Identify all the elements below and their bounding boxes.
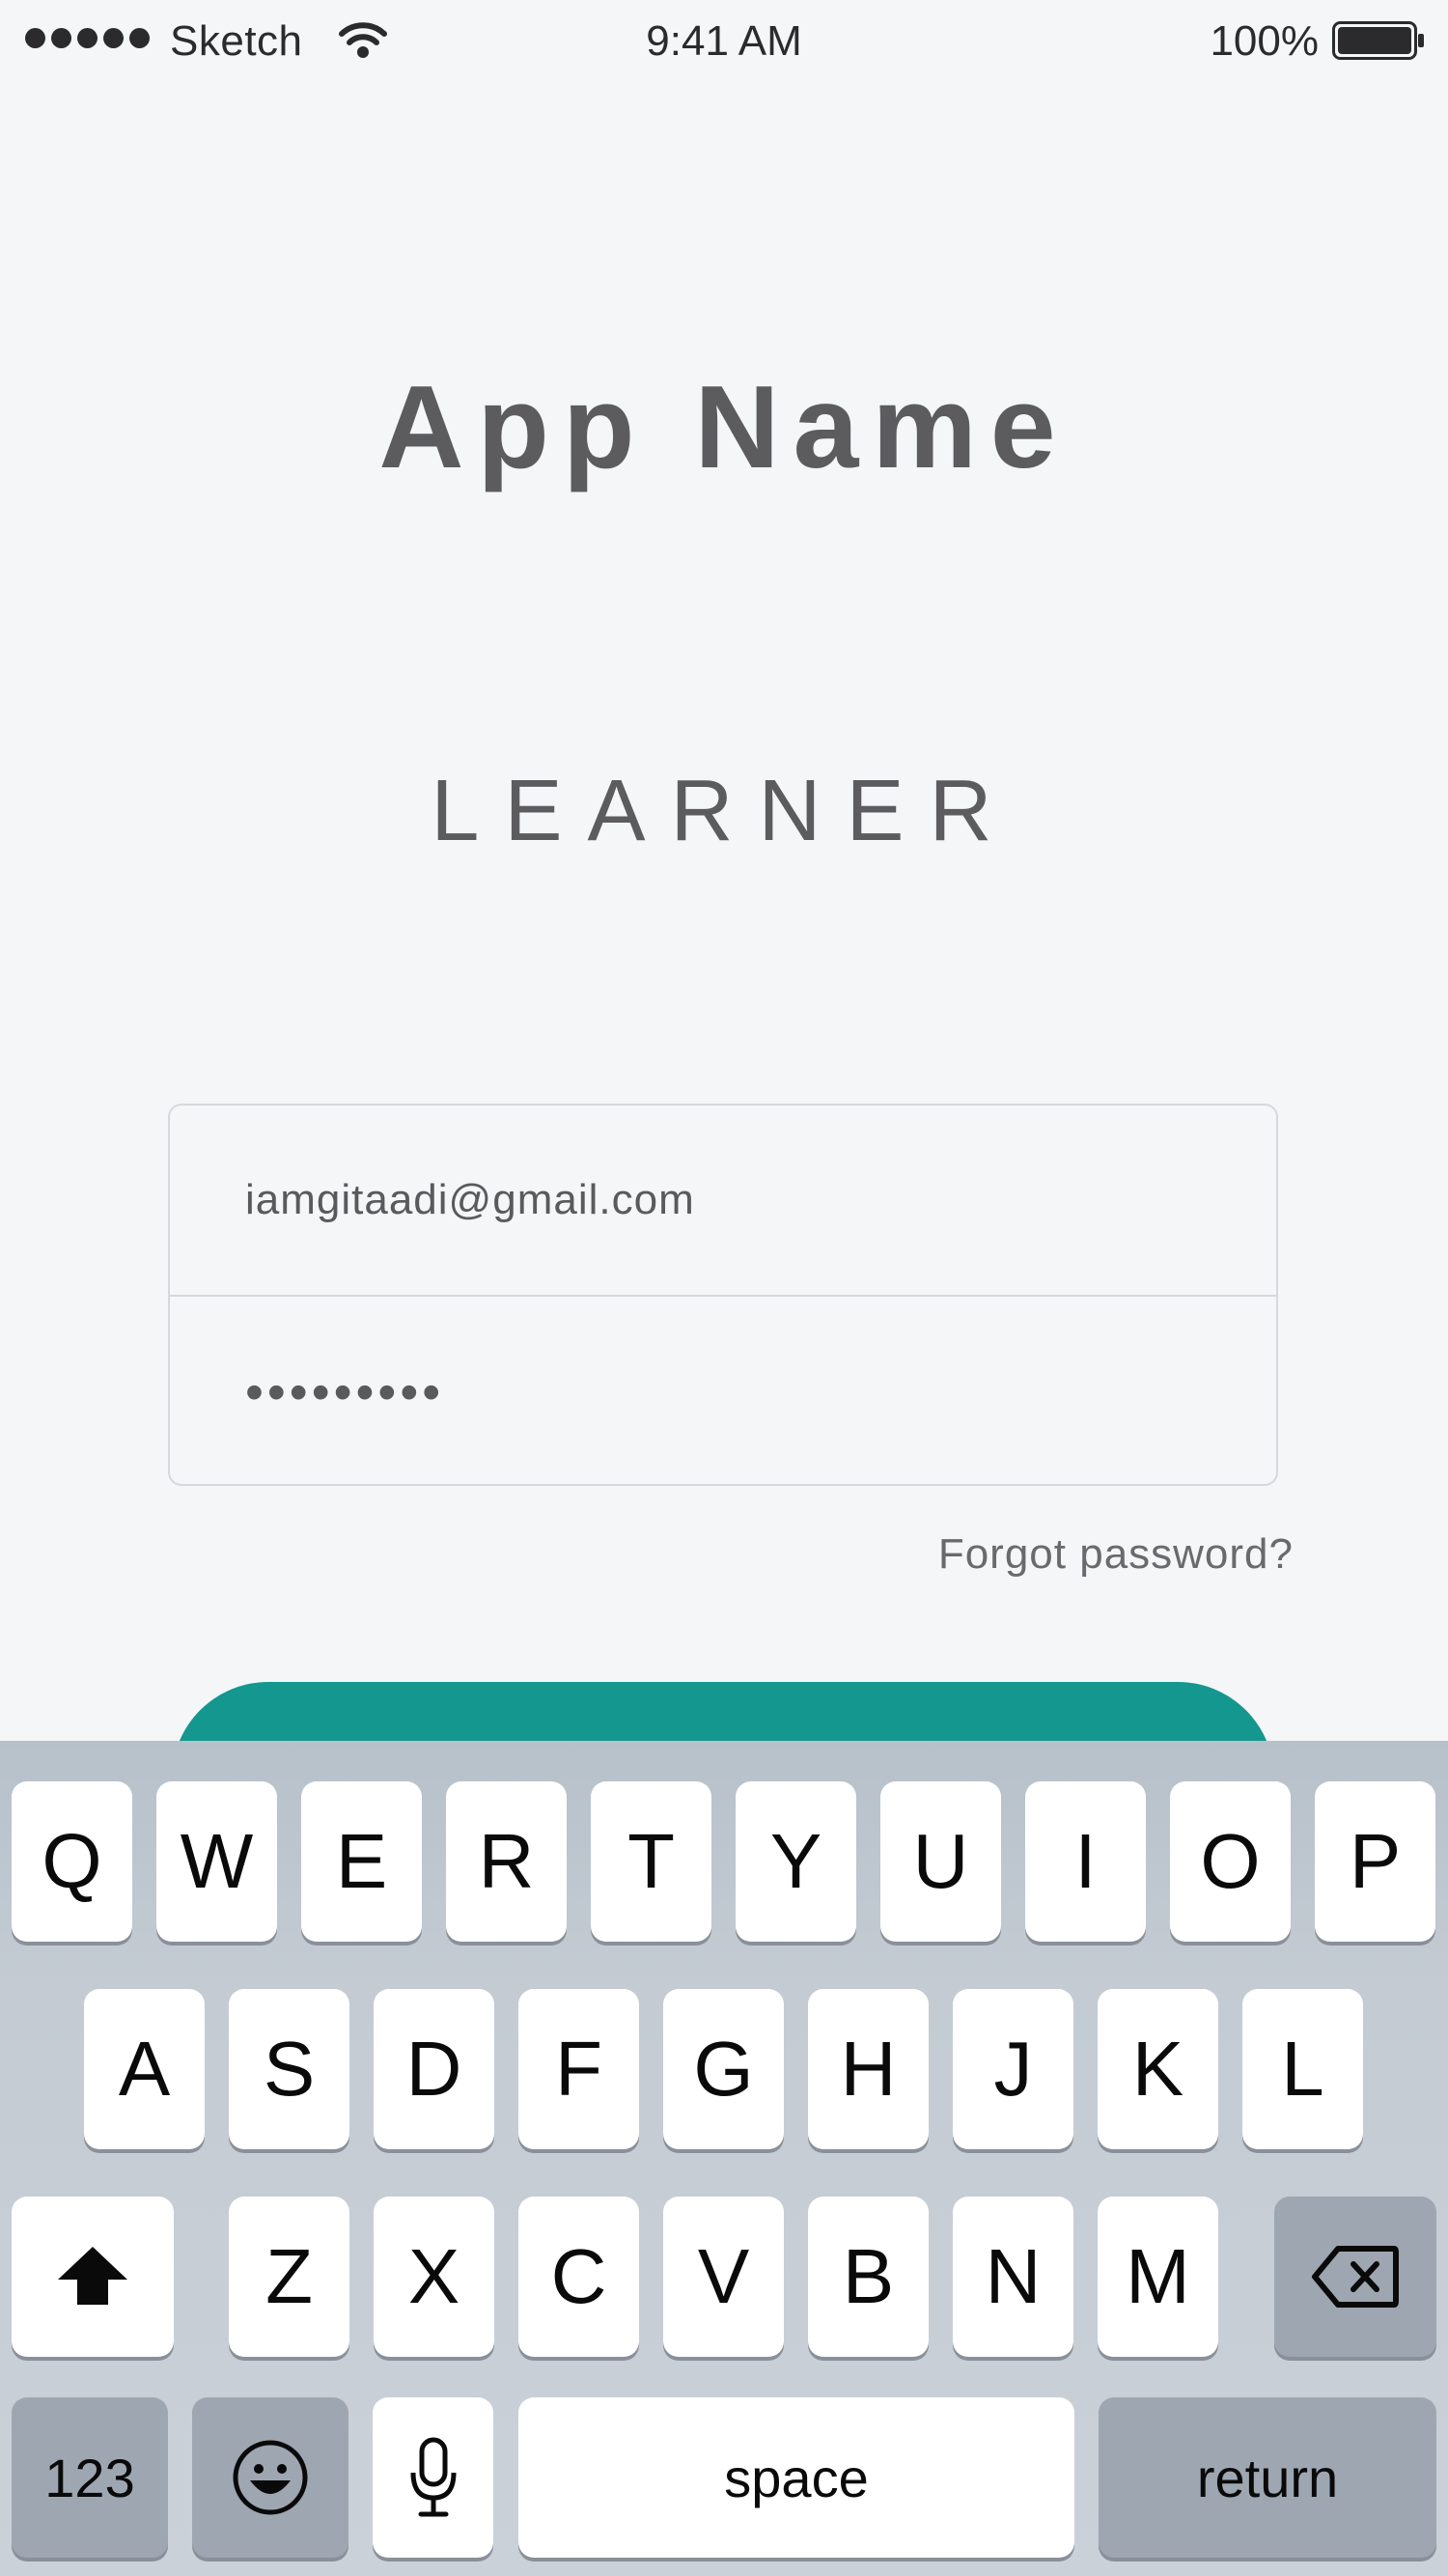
- key-f[interactable]: F: [518, 1989, 639, 2149]
- numbers-key[interactable]: 123: [12, 2397, 168, 2558]
- key-n[interactable]: N: [953, 2197, 1073, 2357]
- key-a[interactable]: A: [84, 1989, 205, 2149]
- shift-icon: [58, 2247, 127, 2305]
- emoji-key[interactable]: [192, 2397, 348, 2558]
- key-b[interactable]: B: [808, 2197, 929, 2357]
- key-t[interactable]: T: [591, 1781, 711, 1942]
- key-m[interactable]: M: [1098, 2197, 1218, 2357]
- login-form: [168, 1104, 1278, 1486]
- key-g[interactable]: G: [663, 1989, 784, 2149]
- key-d[interactable]: D: [374, 1989, 494, 2149]
- status-bar: Sketch 9:41 AM 100%: [0, 0, 1448, 83]
- key-e[interactable]: E: [301, 1781, 422, 1942]
- key-h[interactable]: H: [808, 1989, 929, 2149]
- email-field[interactable]: [243, 1175, 1212, 1225]
- on-screen-keyboard: Q W E R T Y U I O P A S D F G H J K L Z …: [0, 1741, 1448, 2576]
- key-i[interactable]: I: [1025, 1781, 1146, 1942]
- key-j[interactable]: J: [953, 1989, 1073, 2149]
- microphone-icon: [410, 2437, 456, 2517]
- login-screen: Sketch 9:41 AM 100% App Name LEARNER For…: [0, 0, 1448, 2576]
- key-u[interactable]: U: [880, 1781, 1001, 1942]
- key-s[interactable]: S: [229, 1989, 349, 2149]
- dictation-key[interactable]: [373, 2397, 493, 2558]
- key-w[interactable]: W: [156, 1781, 277, 1942]
- key-l[interactable]: L: [1242, 1989, 1363, 2149]
- key-v[interactable]: V: [663, 2197, 784, 2357]
- password-field[interactable]: [243, 1361, 1212, 1423]
- shift-key[interactable]: [12, 2197, 174, 2357]
- app-name-title: App Name: [378, 361, 1070, 492]
- key-z[interactable]: Z: [229, 2197, 349, 2357]
- delete-key[interactable]: [1274, 2197, 1436, 2357]
- forgot-password-link[interactable]: Forgot password?: [938, 1530, 1294, 1579]
- key-q[interactable]: Q: [12, 1781, 132, 1942]
- password-field-container: [170, 1297, 1276, 1488]
- key-r[interactable]: R: [446, 1781, 567, 1942]
- email-field-container: [170, 1106, 1276, 1297]
- role-label: LEARNER: [431, 763, 1017, 859]
- emoji-icon: [233, 2440, 308, 2515]
- space-key[interactable]: space: [518, 2397, 1074, 2558]
- key-p[interactable]: P: [1315, 1781, 1435, 1942]
- key-c[interactable]: C: [518, 2197, 639, 2357]
- delete-icon: [1312, 2246, 1399, 2308]
- key-y[interactable]: Y: [736, 1781, 856, 1942]
- battery-percent: 100%: [1210, 17, 1319, 65]
- battery-icon: [1332, 21, 1424, 60]
- key-k[interactable]: K: [1098, 1989, 1218, 2149]
- key-o[interactable]: O: [1170, 1781, 1291, 1942]
- key-x[interactable]: X: [374, 2197, 494, 2357]
- return-key[interactable]: return: [1099, 2397, 1436, 2558]
